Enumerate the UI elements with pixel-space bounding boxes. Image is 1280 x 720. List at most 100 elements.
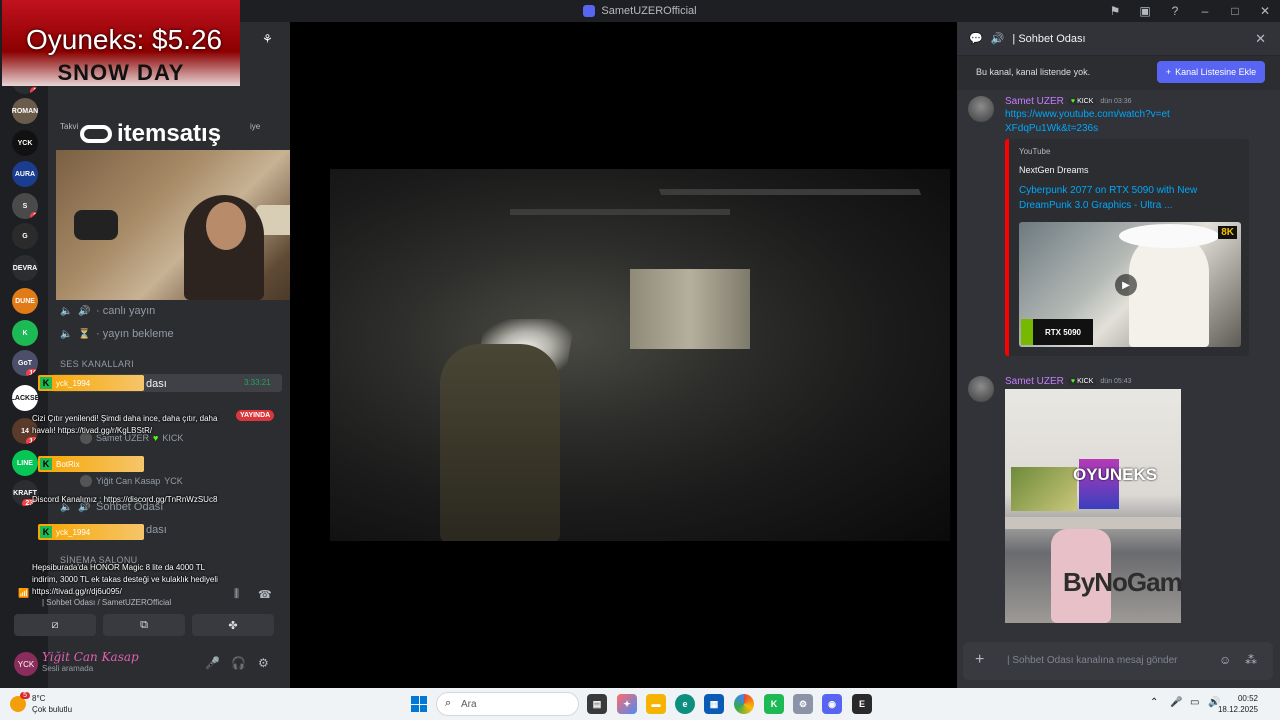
message-image[interactable]: OYUNEKS ByNoGame — [1005, 389, 1181, 623]
copilot-icon[interactable]: ✦ — [617, 694, 637, 714]
youtube-embed: YouTube NextGen Dreams Cyberpunk 2077 on… — [1005, 139, 1249, 356]
server-icon[interactable]: DEVRA — [12, 255, 38, 281]
game-boxes — [630, 269, 750, 349]
thumbnail-figure — [1129, 232, 1209, 347]
edge-icon[interactable]: e — [675, 694, 695, 714]
speaker-icon: 🔈 — [60, 305, 73, 317]
tray-mic-icon[interactable]: 🎤 — [1170, 697, 1182, 708]
image-brand-text-2: ByNoGame — [1063, 567, 1181, 597]
message-header: Samet UZER ♥ KICK dün 03:36 — [1005, 96, 1132, 107]
user-add-icon[interactable]: ⚘ — [262, 32, 273, 46]
server-icon[interactable]: AURA — [12, 161, 38, 187]
avatar — [80, 475, 92, 487]
disconnect-icon[interactable]: ☎ — [258, 588, 272, 601]
taskbar-search[interactable]: ⌕ Ara — [436, 692, 579, 716]
active-channel-label: dası — [146, 378, 167, 390]
play-icon[interactable]: ▶ — [1115, 274, 1137, 296]
close-window-button[interactable]: ✕ — [1250, 0, 1280, 22]
noise-suppression-icon[interactable]: ⫼ — [234, 588, 239, 601]
discord-logo-icon — [583, 5, 596, 17]
message-link[interactable]: https://www.youtube.com/watch?v=etXFdqPu… — [1005, 108, 1175, 136]
plus-icon: + — [1165, 67, 1172, 77]
store-icon[interactable]: ▦ — [704, 694, 724, 714]
windows-start-icon[interactable] — [411, 696, 427, 712]
webcam-face — [206, 202, 246, 250]
weather-icon: 5 — [10, 692, 30, 712]
apps-icon[interactable]: ⁂ — [1245, 653, 1257, 667]
voice-user-yigit[interactable]: Yiğit Can Kasap YCK — [80, 475, 183, 487]
server-icon[interactable]: S1 — [12, 193, 38, 219]
channel-canli-yayin[interactable]: 🔈 🔊 · canlı yayın — [60, 305, 155, 317]
clock-date: 18.12.2025 — [1217, 705, 1258, 714]
settings-app-icon[interactable]: ⚙ — [793, 694, 813, 714]
channel-sohbet-odasi-2[interactable]: dası — [146, 524, 167, 536]
epic-games-icon[interactable]: E — [852, 694, 872, 714]
game-character — [440, 344, 560, 541]
taskbar-clock[interactable]: 00:52 18.12.2025 — [1218, 693, 1258, 715]
add-attachment-icon[interactable]: + — [975, 651, 984, 669]
kick-heart-icon: ♥ — [153, 433, 159, 443]
search-placeholder: Ara — [461, 699, 477, 710]
maximize-button[interactable]: □ — [1220, 0, 1250, 22]
heart-icon: ♥ — [1070, 98, 1076, 105]
task-view-icon[interactable]: ▤ — [587, 694, 607, 714]
message-time: dün 05:43 — [1100, 378, 1132, 385]
file-explorer-icon[interactable]: ▬ — [646, 694, 666, 714]
server-icon[interactable]: K — [12, 320, 38, 346]
channel-yayin-bekleme[interactable]: 🔈 ⏳ · yayın bekleme — [60, 328, 174, 340]
server-label: 14 — [21, 427, 29, 435]
voice-user-name: Yiğit Can Kasap — [96, 476, 161, 486]
voice-connection-panel: 📶 | Sohbet Odası / SametUZEROfficial ⫼ ☎… — [8, 578, 280, 640]
server-icon[interactable]: LINE — [12, 450, 38, 476]
camera-off-button[interactable]: ⧄ — [14, 614, 96, 636]
headphones-icon[interactable]: 🎧 — [231, 656, 246, 670]
embed-thumbnail[interactable]: 8K RTX 5090 ▶ — [1019, 222, 1241, 347]
webcam-chair — [74, 210, 118, 240]
avatar[interactable] — [968, 96, 994, 122]
discord-app-icon[interactable]: ◉ — [822, 694, 842, 714]
stream-view[interactable] — [290, 22, 950, 688]
screen-share-button[interactable]: ⧉ — [103, 614, 185, 636]
kick-app-icon[interactable]: K — [764, 694, 784, 714]
message-composer[interactable]: + | Sohbet Odası kanalına mesaj gönder ☺… — [963, 642, 1273, 680]
itemsatis-icon — [80, 125, 112, 143]
game-footage — [330, 169, 950, 541]
help-icon[interactable]: ? — [1160, 0, 1190, 22]
server-icon[interactable]: GoT 10 — [12, 350, 38, 376]
embed-author[interactable]: NextGen Dreams — [1019, 165, 1089, 175]
server-icon[interactable]: G — [12, 223, 38, 249]
chat-overlay-user-bar: K yck_1994 — [38, 524, 144, 540]
tag-chip-right: iye — [250, 122, 261, 131]
activities-button[interactable]: ✤ — [192, 614, 274, 636]
server-icon[interactable]: BLACKSEA — [12, 385, 38, 411]
tray-overflow-icon[interactable]: ⌃ — [1150, 697, 1158, 708]
chat-panel: 💬 🔊 | Sohbet Odası ✕ Bu kanal, kanal lis… — [957, 22, 1280, 688]
chrome-icon[interactable] — [734, 694, 754, 714]
message-time: dün 03:36 — [1100, 98, 1132, 105]
window-controls: ⚑ ▣ ? – □ ✕ — [1100, 0, 1280, 22]
category-ses-kanallari[interactable]: SES KANALLARI — [60, 359, 134, 369]
tray-display-icon[interactable]: ▭ — [1190, 697, 1199, 708]
message-author[interactable]: Samet UZER — [1005, 376, 1064, 387]
server-icon[interactable]: DUNE — [12, 288, 38, 314]
microphone-icon[interactable]: 🎤 — [205, 656, 220, 670]
voice-timer: 3:33:21 — [244, 378, 271, 387]
settings-gear-icon[interactable]: ⚙ — [258, 656, 269, 670]
add-to-channel-list-button[interactable]: + Kanal Listesine Ekle — [1157, 61, 1265, 83]
voice-user-tag: YCK — [164, 476, 183, 486]
avatar[interactable]: YCK — [14, 652, 38, 676]
emoji-icon[interactable]: ☺ — [1219, 653, 1231, 667]
close-icon[interactable]: ✕ — [1255, 31, 1266, 47]
inbox-icon[interactable]: ▣ — [1130, 0, 1160, 22]
weather-widget[interactable]: 5 8°C Çok bulutlu — [10, 692, 72, 715]
embed-title[interactable]: Cyberpunk 2077 on RTX 5090 with New Drea… — [1019, 183, 1239, 213]
server-icon[interactable]: YCK — [12, 130, 38, 156]
message-author[interactable]: Samet UZER — [1005, 96, 1064, 107]
live-badge: YAYINDA — [236, 410, 275, 421]
avatar[interactable] — [968, 376, 994, 402]
user-name[interactable]: Yiğit Can Kasap — [42, 650, 139, 664]
server-icon[interactable]: ROMAN — [12, 98, 38, 124]
channel-label: · yayın bekleme — [96, 328, 174, 340]
minimize-button[interactable]: – — [1190, 0, 1220, 22]
flag-icon[interactable]: ⚑ — [1100, 0, 1130, 22]
